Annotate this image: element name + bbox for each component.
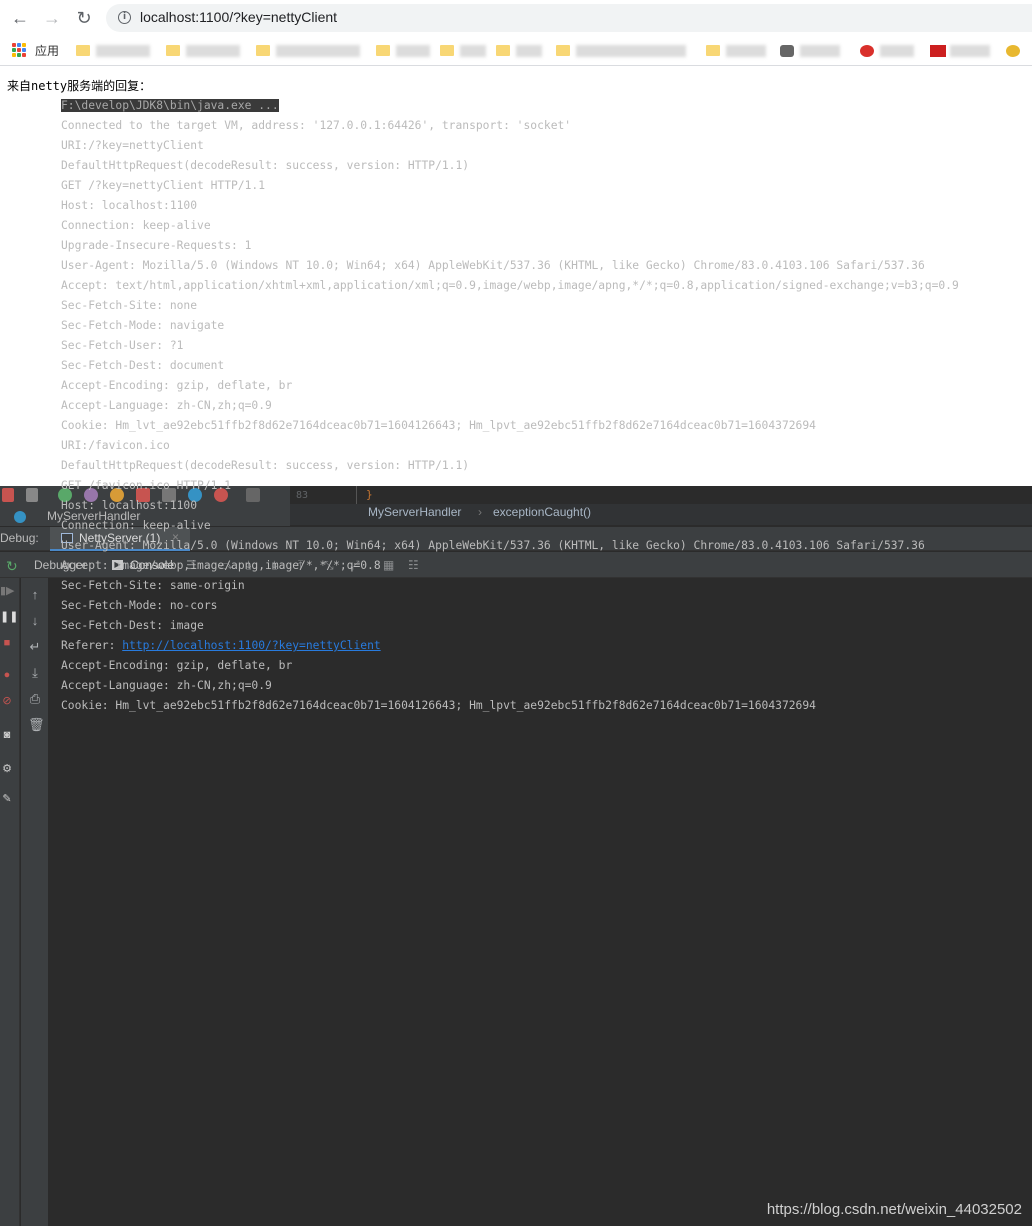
server-reply-text: 来自netty服务端的回复： — [7, 79, 152, 93]
console-line: Upgrade-Insecure-Requests: 1 — [61, 239, 252, 252]
bookmark-item[interactable] — [726, 45, 766, 57]
apps-grid-icon[interactable] — [12, 43, 26, 57]
bookmark-folder-icon[interactable] — [376, 45, 390, 56]
watermark: https://blog.csdn.net/weixin_44032502 — [766, 1201, 1022, 1218]
bookmark-site-icon[interactable] — [860, 45, 874, 57]
back-arrow-icon[interactable]: ← — [8, 6, 32, 30]
debug-actions-strip: ▮▶ ❚❚ ■ ● ⊘ ◙ ⚙ ✎ — [0, 578, 20, 1226]
bookmark-item[interactable] — [396, 45, 430, 57]
console-line: User-Agent: Mozilla/5.0 (Windows NT 10.0… — [61, 539, 925, 552]
console-line: Accept-Language: zh-CN,zh;q=0.9 — [61, 399, 272, 412]
referer-prefix: Referer: — [61, 639, 123, 652]
bookmark-item[interactable] — [186, 45, 240, 57]
console-line: Accept: image/webp,image/apng,image/*,*/… — [61, 559, 381, 572]
soft-wrap-icon[interactable]: ↵ — [28, 640, 42, 654]
debug-label: Debug: — [0, 531, 39, 545]
console-line: Sec-Fetch-Mode: no-cors — [61, 599, 218, 612]
browser-toolbar: ← → ↻ i localhost:1100/?key=nettyClient — [0, 0, 1032, 36]
class-icon — [14, 511, 26, 523]
console-line: Cookie: Hm_lvt_ae92ebc51ffb2f8d62e7164dc… — [61, 419, 816, 432]
url-text[interactable]: localhost:1100/?key=nettyClient — [140, 9, 337, 25]
bookmark-item[interactable] — [800, 45, 840, 57]
console-line: Referer: http://localhost:1100/?key=nett… — [61, 636, 959, 656]
console-line: URI:/?key=nettyClient — [61, 139, 204, 152]
print-icon[interactable]: ⎙ — [28, 692, 42, 706]
console-line: Host: localhost:1100 — [61, 499, 198, 512]
trash-icon[interactable]: 🗑 — [28, 718, 45, 732]
bookmark-folder-icon[interactable] — [166, 45, 180, 56]
console-line: Host: localhost:1100 — [61, 199, 198, 212]
console-line: URI:/favicon.ico — [61, 439, 170, 452]
java-command[interactable]: F:\develop\JDK8\bin\java.exe ... — [61, 99, 279, 112]
bookmark-folder-icon[interactable] — [440, 45, 454, 56]
bookmark-folder-icon[interactable] — [76, 45, 90, 56]
console-line: Accept-Encoding: gzip, deflate, br — [61, 379, 293, 392]
console-line: Sec-Fetch-User: ?1 — [61, 339, 184, 352]
bookmark-item[interactable] — [276, 45, 360, 57]
console-line: Accept-Encoding: gzip, deflate, br — [61, 659, 293, 672]
info-icon[interactable]: i — [118, 11, 131, 24]
console-line: Sec-Fetch-Dest: document — [61, 359, 225, 372]
bookmark-folder-icon[interactable] — [556, 45, 570, 56]
console-command-line: F:\develop\JDK8\bin\java.exe ... — [61, 96, 959, 116]
console-line: Connection: keep-alive — [61, 519, 211, 532]
up-arrow-icon[interactable]: ↑ — [28, 588, 42, 602]
sort-down-icon[interactable] — [2, 488, 14, 502]
console-line: Sec-Fetch-Mode: navigate — [61, 319, 225, 332]
mute-breakpoints-icon[interactable]: ⊘ — [0, 694, 14, 708]
console-line: Sec-Fetch-Site: same-origin — [61, 579, 245, 592]
console-line: GET /?key=nettyClient HTTP/1.1 — [61, 179, 266, 192]
resume-icon[interactable]: ▮▶ — [0, 584, 15, 598]
console-line: Cookie: Hm_lvt_ae92ebc51ffb2f8d62e7164dc… — [61, 699, 816, 712]
pause-icon[interactable]: ❚❚ — [0, 610, 18, 624]
bookmark-site-icon[interactable] — [780, 45, 794, 57]
rerun-icon[interactable]: ↻ — [6, 558, 18, 575]
bookmark-folder-icon[interactable] — [496, 45, 510, 56]
reload-icon[interactable]: ↻ — [72, 6, 96, 30]
bookmark-item[interactable] — [950, 45, 990, 57]
bookmark-item[interactable] — [516, 45, 542, 57]
console-lines: F:\develop\JDK8\bin\java.exe ... Connect… — [61, 96, 959, 716]
down-arrow-icon[interactable]: ↓ — [28, 614, 42, 628]
console-line: Sec-Fetch-Dest: image — [61, 619, 204, 632]
console-line: Sec-Fetch-Site: none — [61, 299, 198, 312]
address-bar[interactable]: i localhost:1100/?key=nettyClient — [106, 4, 1032, 32]
bookmark-folder-icon[interactable] — [256, 45, 270, 56]
scroll-to-end-icon[interactable]: ⤓ — [28, 666, 42, 680]
apps-label[interactable]: 应用 — [35, 42, 59, 59]
view-breakpoints-icon[interactable]: ● — [0, 668, 14, 682]
console-line: GET /favicon.ico HTTP/1.1 — [61, 479, 232, 492]
console-line: DefaultHttpRequest(decodeResult: success… — [61, 159, 470, 172]
settings-icon[interactable]: ⚙ — [0, 762, 14, 776]
console-line: User-Agent: Mozilla/5.0 (Windows NT 10.0… — [61, 259, 925, 272]
bookmark-folder-icon[interactable] — [706, 45, 720, 56]
console-line: DefaultHttpRequest(decodeResult: success… — [61, 459, 470, 472]
sort-alpha-icon[interactable] — [26, 488, 38, 502]
stop-icon[interactable]: ■ — [0, 636, 14, 650]
bookmark-site-icon[interactable] — [1006, 45, 1020, 57]
forward-arrow-icon[interactable]: → — [40, 6, 64, 30]
console-line: Accept: text/html,application/xhtml+xml,… — [61, 279, 959, 292]
bookmark-item[interactable] — [576, 45, 686, 57]
bookmarks-bar: 应用 — [0, 36, 1032, 66]
bookmark-item[interactable] — [880, 45, 914, 57]
camera-icon[interactable]: ◙ — [0, 728, 14, 742]
console-line: Connected to the target VM, address: '12… — [61, 119, 572, 132]
pin-icon[interactable]: ✎ — [0, 792, 14, 806]
bookmark-item[interactable] — [460, 45, 486, 57]
bookmark-item[interactable] — [96, 45, 150, 57]
referer-link[interactable]: http://localhost:1100/?key=nettyClient — [122, 639, 380, 652]
console-line: Accept-Language: zh-CN,zh;q=0.9 — [61, 679, 272, 692]
console-line: Connection: keep-alive — [61, 219, 211, 232]
bookmark-site-icon[interactable] — [930, 45, 946, 57]
